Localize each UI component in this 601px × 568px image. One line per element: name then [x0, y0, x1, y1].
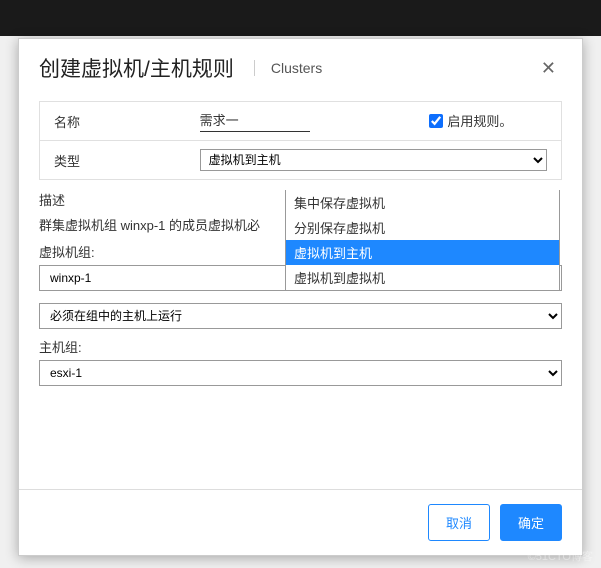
constraint-select[interactable]: 必须在组中的主机上运行 — [39, 303, 562, 329]
modal-footer: 取消 确定 — [19, 489, 582, 555]
modal-title: 创建虚拟机/主机规则 — [39, 53, 234, 83]
type-option[interactable]: 集中保存虚拟机 — [286, 190, 559, 215]
name-label: 名称 — [40, 102, 186, 141]
host-group-select[interactable]: esxi-1 — [39, 360, 562, 386]
enable-rule-checkbox[interactable]: 启用规则。 — [429, 111, 512, 130]
type-option[interactable]: 虚拟机到虚拟机 — [286, 265, 559, 290]
rule-form-table: 名称 需求一 启用规则。 类型 虚拟机到主机 — [39, 101, 562, 180]
host-group-label: 主机组: — [39, 337, 562, 356]
watermark: ©51CTO博客 — [528, 548, 593, 564]
close-icon[interactable]: ✕ — [535, 56, 562, 81]
type-option[interactable]: 分别保存虚拟机 — [286, 215, 559, 240]
type-dropdown-list: 集中保存虚拟机 分别保存虚拟机 虚拟机到主机 虚拟机到虚拟机 — [285, 190, 560, 291]
type-label: 类型 — [40, 141, 186, 180]
create-rule-modal: 创建虚拟机/主机规则 Clusters ✕ 名称 需求一 启用规则。 类型 — [18, 38, 583, 556]
modal-subtitle: Clusters — [254, 60, 322, 76]
name-input[interactable]: 需求一 — [200, 110, 310, 132]
type-select[interactable]: 虚拟机到主机 — [200, 149, 547, 171]
enable-rule-label: 启用规则。 — [447, 111, 512, 130]
enable-rule-input[interactable] — [429, 114, 443, 128]
cancel-button[interactable]: 取消 — [428, 504, 490, 541]
modal-body: 名称 需求一 启用规则。 类型 虚拟机到主机 — [19, 95, 582, 489]
ok-button[interactable]: 确定 — [500, 504, 562, 541]
modal-header: 创建虚拟机/主机规则 Clusters ✕ — [19, 39, 582, 95]
type-option-selected[interactable]: 虚拟机到主机 — [286, 240, 559, 265]
